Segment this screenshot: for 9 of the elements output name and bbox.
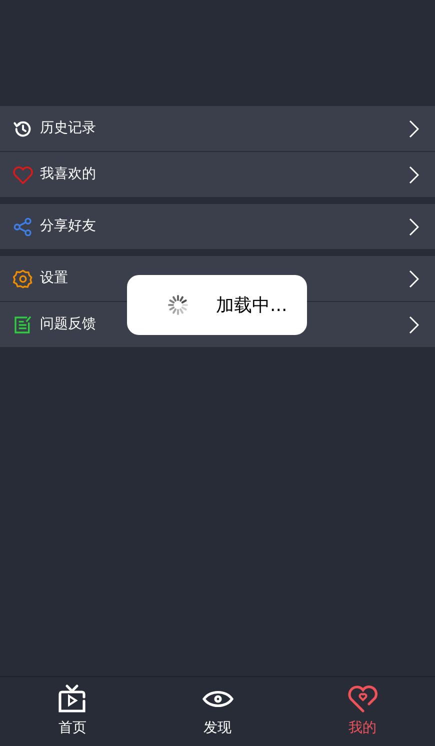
menu-label: 历史记录	[40, 119, 97, 138]
menu-label: 我喜欢的	[40, 165, 97, 184]
tab-label: 我的	[348, 719, 376, 738]
menu-label: 分享好友	[40, 217, 97, 236]
tab-label: 首页	[58, 719, 86, 738]
tab-label: 发现	[204, 719, 232, 738]
menu-label: 问题反馈	[40, 315, 97, 334]
loading-text: 加载中...	[216, 294, 288, 318]
menu-label: 设置	[40, 269, 69, 288]
